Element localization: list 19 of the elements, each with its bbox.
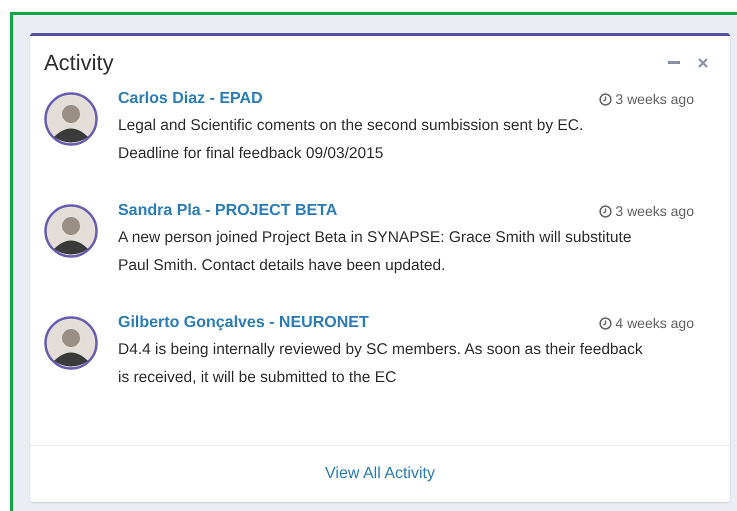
activity-message: Legal and Scientific coments on the second sumbission sent by EC. Deadline for final feedback 09/03/2015 bbox=[118, 116, 584, 164]
panel-title: Activity bbox=[44, 50, 114, 76]
activity-message: A new person joined Project Beta in SYNAPSE: Grace Smith will substitute Paul Smith. Contact details have been updated. bbox=[118, 228, 632, 276]
avatar-icon bbox=[44, 316, 98, 370]
view-all-link[interactable]: View All Activity bbox=[325, 465, 435, 483]
clock-icon bbox=[599, 92, 612, 106]
avatar-icon bbox=[44, 92, 98, 146]
minimize-icon[interactable] bbox=[668, 61, 680, 65]
author-link[interactable]: Gilberto Gonçalves - NEURONET bbox=[118, 314, 369, 332]
author-link[interactable]: Carlos Diaz - EPAD bbox=[118, 90, 263, 108]
author-link[interactable]: Sandra Pla - PROJECT BETA bbox=[118, 202, 338, 220]
avatar-icon bbox=[44, 204, 98, 258]
clock-icon bbox=[599, 204, 612, 218]
timestamp: 4 weeks ago bbox=[615, 315, 694, 331]
close-icon[interactable] bbox=[698, 58, 708, 68]
timestamp: 3 weeks ago bbox=[615, 203, 694, 219]
clock-icon bbox=[599, 316, 612, 330]
timestamp: 3 weeks ago bbox=[615, 91, 694, 107]
activity-message: D4.4 is being internally reviewed by SC members. As soon as their feedback is received, it will be submitted to the EC bbox=[118, 340, 644, 388]
